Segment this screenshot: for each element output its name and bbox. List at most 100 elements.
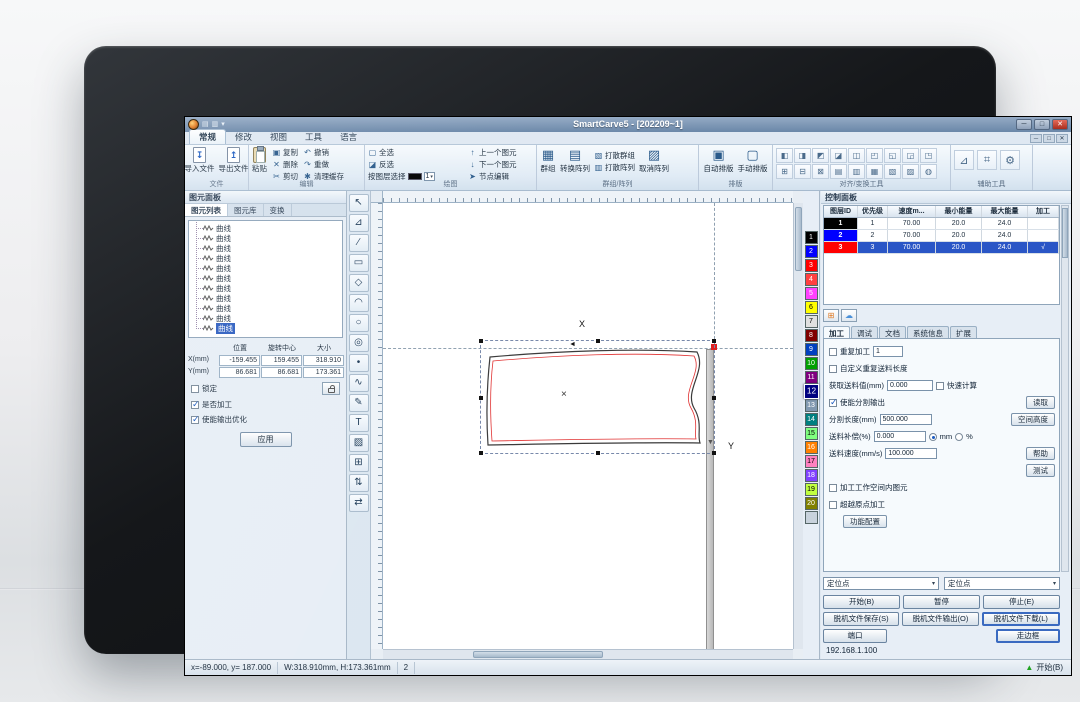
minimize-button[interactable]: ─	[1016, 119, 1032, 130]
align-tool-button[interactable]: ◱	[884, 148, 901, 163]
palette-chip[interactable]: 11	[805, 371, 818, 384]
feed-speed-input[interactable]	[885, 448, 937, 459]
tab-view[interactable]: 视图	[261, 130, 296, 144]
quick-access-dropdown-icon[interactable]: ▾	[221, 119, 225, 130]
tab-extension[interactable]: 扩展	[950, 326, 977, 338]
align-tool-button[interactable]: ◪	[830, 148, 847, 163]
tab-element-library[interactable]: 图元库	[228, 204, 264, 216]
selection-handle[interactable]	[712, 396, 716, 400]
split-output-checkbox[interactable]	[829, 399, 837, 407]
align-tool-button[interactable]: ⊠	[812, 164, 829, 179]
layer-grid-button[interactable]: ⊞	[823, 309, 839, 322]
tab-process[interactable]: 加工	[823, 326, 850, 338]
custom-feed-checkbox[interactable]	[829, 365, 837, 373]
align-tool-button[interactable]: ▨	[902, 164, 919, 179]
selection-handle[interactable]	[596, 339, 600, 343]
list-item[interactable]: 曲线	[194, 243, 342, 253]
palette-chip[interactable]: 5	[805, 287, 818, 300]
align-tool-button[interactable]: ▥	[848, 164, 865, 179]
selection-handle[interactable]	[479, 396, 483, 400]
palette-chip[interactable]: 1	[805, 231, 818, 244]
select-tool-button[interactable]: ↖	[349, 194, 369, 212]
tab-general[interactable]: 常规	[189, 129, 226, 144]
aux-settings-button[interactable]: ⚙	[1000, 150, 1020, 170]
align-tool-button[interactable]: ⊟	[794, 164, 811, 179]
repeat-count-input[interactable]	[873, 346, 903, 357]
mdi-minimize-button[interactable]: ─	[1030, 134, 1042, 143]
width-field[interactable]: 318.910	[303, 355, 344, 366]
beyond-origin-checkbox[interactable]	[829, 501, 837, 509]
node-edit-tool-button[interactable]: ⊿	[349, 214, 369, 232]
tab-language[interactable]: 语言	[331, 130, 366, 144]
align-tool-button[interactable]: ◲	[902, 148, 919, 163]
list-item[interactable]: 曲线	[194, 223, 342, 233]
align-tool-button[interactable]: ◰	[866, 148, 883, 163]
align-tool-button[interactable]: ⊞	[776, 164, 793, 179]
point-tool-button[interactable]: •	[349, 354, 369, 372]
previous-element-button[interactable]: ↑上一个图元	[468, 147, 517, 158]
paste-button[interactable]: 粘贴	[252, 147, 267, 182]
test-button[interactable]: 测试	[1026, 464, 1055, 477]
circle-tool-button[interactable]: ○	[349, 314, 369, 332]
maximize-button[interactable]: □	[1034, 119, 1050, 130]
y-center-field[interactable]: 86.681	[261, 367, 302, 378]
list-item[interactable]: 曲线	[194, 293, 342, 303]
polygon-tool-button[interactable]: ◇	[349, 274, 369, 292]
tab-tools[interactable]: 工具	[296, 130, 331, 144]
palette-chip[interactable]: 7	[805, 315, 818, 328]
palette-chip[interactable]: 18	[805, 469, 818, 482]
split-length-input[interactable]	[880, 414, 932, 425]
align-tool-button[interactable]: ▤	[830, 164, 847, 179]
palette-chip-extra[interactable]	[805, 511, 818, 524]
list-item[interactable]: 曲线	[194, 303, 342, 313]
palette-chip[interactable]: 15	[805, 427, 818, 440]
convert-array-button[interactable]: ▤ 转换阵列	[560, 147, 590, 174]
element-list[interactable]: 曲线 曲线 曲线 曲线 曲线 曲线 曲线 曲线 曲线 曲线 曲线	[188, 220, 343, 338]
quick-access-save-icon[interactable]: ▥	[212, 119, 219, 130]
offline-download-button[interactable]: 脱机文件下载(L)	[982, 612, 1060, 626]
unit-percent-radio[interactable]	[955, 433, 963, 441]
mirror-horizontal-tool-button[interactable]: ⇄	[349, 494, 369, 512]
palette-chip[interactable]: 10	[805, 357, 818, 370]
output-optimize-checkbox[interactable]	[191, 416, 199, 424]
selection-handle[interactable]	[479, 339, 483, 343]
select-all-button[interactable]: ▢全选	[368, 147, 462, 158]
selection-handle[interactable]	[479, 451, 483, 455]
anchor-point-select-left[interactable]: 定位点▾	[823, 577, 939, 590]
palette-chip[interactable]: 9	[805, 343, 818, 356]
palette-chip[interactable]: 14	[805, 413, 818, 426]
quick-calc-checkbox[interactable]	[936, 382, 944, 390]
palette-chip[interactable]: 16	[805, 441, 818, 454]
palette-chip[interactable]: 17	[805, 455, 818, 468]
list-item[interactable]: 曲线	[194, 273, 342, 283]
undo-button[interactable]: ↶撤销	[303, 147, 344, 158]
palette-chip[interactable]: 4	[805, 273, 818, 286]
scrollbar-thumb[interactable]	[1062, 208, 1068, 258]
cancel-array-button[interactable]: ▨ 取消阵列	[639, 147, 669, 174]
palette-chip-selected[interactable]: 12	[803, 384, 818, 399]
palette-chip[interactable]: 3	[805, 259, 818, 272]
list-item[interactable]: 曲线	[194, 233, 342, 243]
import-file-button[interactable]: ↧ 导入文件	[185, 147, 215, 174]
selection-handle[interactable]	[596, 451, 600, 455]
process-enable-checkbox[interactable]	[191, 401, 199, 409]
x-center-field[interactable]: 159.455	[261, 355, 302, 366]
tab-debug[interactable]: 调试	[851, 326, 878, 338]
align-tool-button[interactable]: ▦	[866, 164, 883, 179]
start-button[interactable]: 开始(B)	[823, 595, 900, 609]
align-tool-button[interactable]: ◩	[812, 148, 829, 163]
table-row[interactable]: 1 1 70.00 20.0 24.0	[824, 218, 1059, 230]
palette-chip[interactable]: 20	[805, 497, 818, 510]
cloud-button[interactable]: ☁	[841, 309, 857, 322]
lock-checkbox[interactable]	[191, 385, 199, 393]
curve-tool-button[interactable]: ∿	[349, 374, 369, 392]
delete-button[interactable]: ✕删除	[272, 159, 298, 170]
export-file-button[interactable]: ↥ 导出文件	[219, 147, 249, 174]
pen-tool-button[interactable]: ✎	[349, 394, 369, 412]
tab-system-info[interactable]: 系统信息	[907, 326, 949, 338]
close-button[interactable]: ✕	[1052, 119, 1068, 130]
anchor-point-select-right[interactable]: 定位点▾	[944, 577, 1060, 590]
tab-element-list[interactable]: 图元列表	[185, 204, 228, 216]
canvas[interactable]: X ◄ Y ▼	[383, 203, 793, 649]
selection-handle[interactable]	[712, 339, 716, 343]
